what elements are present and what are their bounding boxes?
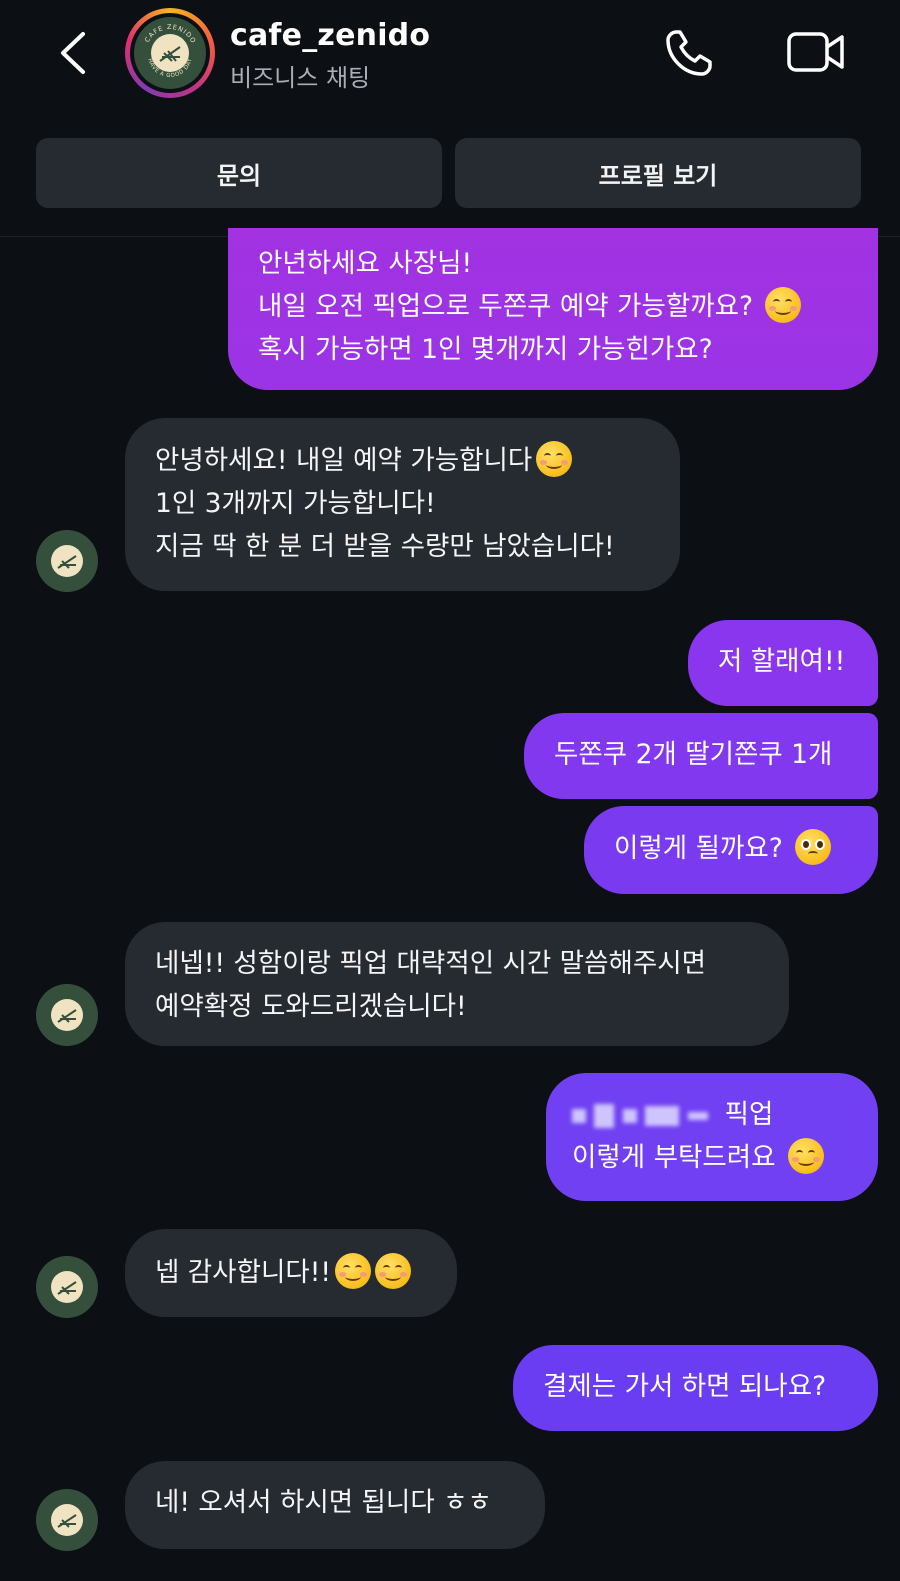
- cafe-avatar[interactable]: [36, 530, 98, 592]
- inquiry-button[interactable]: 문의: [36, 138, 442, 208]
- incoming-message[interactable]: 안녕하세요! 내일 예약 가능합니다 1인 3개까지 가능합니다! 지금 딱 한…: [125, 418, 680, 591]
- message-line: 안년하세요 사장님!: [258, 248, 473, 279]
- account-name[interactable]: cafe_zenido: [230, 18, 430, 53]
- cafe-avatar[interactable]: [36, 984, 98, 1046]
- account-subtitle: 비즈니스 채팅: [230, 64, 371, 92]
- outgoing-message[interactable]: 이렇게 될까요?: [584, 806, 878, 894]
- chevron-left-icon[interactable]: [55, 30, 91, 76]
- message-line: 네넵!! 성함이랑 픽업 대략적인 시간 말씀해주시면: [155, 948, 706, 979]
- phone-icon[interactable]: [662, 26, 716, 80]
- message-line: 픽업: [724, 1099, 774, 1130]
- message-line: 예약확정 도와드리겠습니다!: [155, 991, 467, 1022]
- message-line: 내일 오전 픽업으로 두쫀쿠 예약 가능할까요?: [258, 291, 754, 322]
- view-profile-button[interactable]: 프로필 보기: [455, 138, 861, 208]
- pleading-face-icon: [795, 829, 832, 865]
- logo-text-bottom: HAVE A GOOD DAY: [146, 58, 193, 80]
- smiling-face-icon: [334, 1253, 371, 1289]
- cafe-avatar[interactable]: [36, 1256, 98, 1318]
- video-camera-icon[interactable]: [786, 28, 846, 76]
- message-line: 혹시 가능하면 1인 몇개까지 가능힌가요?: [258, 334, 713, 365]
- outgoing-message[interactable]: 안년하세요 사장님! 내일 오전 픽업으로 두쫀쿠 예약 가능할까요? 혹시 가…: [228, 228, 878, 390]
- svg-text:CAFE ZENIDO: CAFE ZENIDO: [143, 23, 198, 45]
- chat-header: CAFE ZENIDO HAVE A GOOD DAY cafe_zenido …: [0, 0, 900, 237]
- outgoing-message[interactable]: 픽업 이렇게 부탁드려요: [546, 1073, 878, 1201]
- smiling-face-icon: [374, 1253, 411, 1289]
- outgoing-message[interactable]: 결제는 가서 하면 되나요?: [513, 1345, 878, 1431]
- smiling-face-icon: [536, 441, 573, 477]
- account-avatar[interactable]: CAFE ZENIDO HAVE A GOOD DAY: [125, 8, 215, 98]
- cafe-logo: CAFE ZENIDO HAVE A GOOD DAY: [134, 17, 206, 89]
- message-line: 안녕하세요! 내일 예약 가능합니다: [155, 445, 533, 476]
- incoming-message[interactable]: 넵 감사합니다!!: [125, 1229, 457, 1317]
- outgoing-message[interactable]: 두쫀쿠 2개 딸기쫀쿠 1개: [524, 713, 878, 799]
- incoming-message[interactable]: 네! 오셔서 하시면 됩니다 ㅎㅎ: [125, 1461, 545, 1549]
- message-line: 저 할래여!!: [718, 646, 846, 677]
- message-line: 지금 딱 한 분 더 받을 수량만 남았습니다!: [155, 531, 615, 562]
- svg-text:HAVE A GOOD DAY: HAVE A GOOD DAY: [146, 58, 193, 80]
- message-line: 이렇게 부탁드려요: [572, 1142, 776, 1173]
- smiling-face-icon: [787, 1138, 824, 1174]
- message-line: 결제는 가서 하면 되나요?: [543, 1371, 827, 1402]
- incoming-message[interactable]: 네넵!! 성함이랑 픽업 대략적인 시간 말씀해주시면 예약확정 도와드리겠습니…: [125, 922, 789, 1046]
- message-line: 이렇게 될까요?: [614, 833, 783, 864]
- message-line: 넵 감사합니다!!: [155, 1257, 331, 1288]
- outgoing-message[interactable]: 저 할래여!!: [688, 620, 878, 706]
- message-line: 두쫀쿠 2개 딸기쫀쿠 1개: [554, 739, 833, 770]
- logo-text-top: CAFE ZENIDO: [143, 23, 197, 45]
- cafe-avatar[interactable]: [36, 1489, 98, 1551]
- message-line: 1인 3개까지 가능합니다!: [155, 488, 436, 519]
- message-line: 네! 오셔서 하시면 됩니다 ㅎㅎ: [155, 1487, 492, 1518]
- blurred-name: [572, 1108, 586, 1123]
- smiling-face-icon: [765, 287, 802, 323]
